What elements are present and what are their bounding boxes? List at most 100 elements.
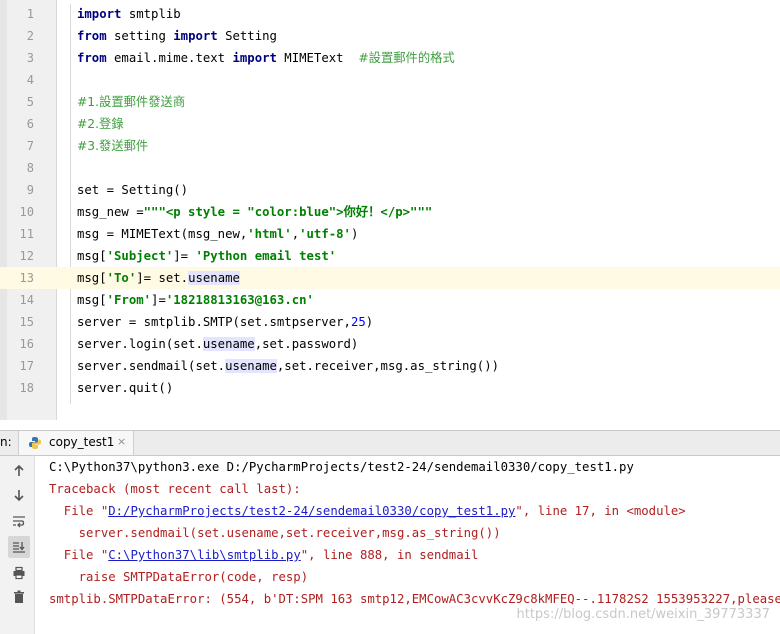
code-text: server.quit() <box>77 377 173 399</box>
console-line: File "D:/PycharmProjects/test2-24/sendem… <box>49 500 686 522</box>
arrow-down-icon[interactable] <box>8 484 30 506</box>
code-token: ) <box>350 227 359 241</box>
code-token: setting <box>106 29 174 43</box>
tab-close-icon[interactable]: × <box>117 435 126 448</box>
code-token: 25 <box>350 315 366 329</box>
line-number: 18 <box>19 381 34 395</box>
code-text: #3.發送郵件 <box>77 135 148 157</box>
watermark-text: https://blog.csdn.net/weixin_39773337 <box>516 607 770 622</box>
code-text: msg_new ="""<p style = "color:blue">你好！<… <box>77 201 432 223</box>
print-icon[interactable] <box>8 562 30 584</box>
code-text: msg = MIMEText(msg_new,'html','utf-8') <box>77 223 358 245</box>
code-line[interactable]: 2 from setting import Setting <box>0 25 780 47</box>
code-token: ]= <box>173 249 196 263</box>
code-line[interactable]: 14 msg['From']='18218813163@163.cn' <box>0 289 780 311</box>
arrow-up-icon[interactable] <box>8 460 30 482</box>
line-number: 2 <box>26 29 34 43</box>
code-token: server.sendmail(set. <box>77 359 226 373</box>
code-line[interactable]: 7 #3.發送郵件 <box>0 135 780 157</box>
line-number: 16 <box>19 337 34 351</box>
code-line[interactable]: 16 server.login(set.usename,set.password) <box>0 333 780 355</box>
code-text: from email.mime.text import MIMEText #設置… <box>77 47 455 69</box>
line-number: 6 <box>26 117 34 131</box>
code-line[interactable]: 3 from email.mime.text import MIMEText #設… <box>0 47 780 69</box>
code-text: set = Setting() <box>77 179 188 201</box>
line-number: 3 <box>26 51 34 65</box>
scroll-to-end-icon[interactable] <box>8 536 30 558</box>
code-token: import <box>173 29 218 43</box>
trash-icon[interactable] <box>8 586 30 608</box>
code-token: 'From' <box>106 293 152 307</box>
line-number: 15 <box>19 315 34 329</box>
console-text: raise SMTPDataError(code, resp) <box>49 570 309 584</box>
code-token: #2.登錄 <box>77 117 124 131</box>
code-line[interactable]: 4 <box>0 69 780 91</box>
code-token: server = smtplib.SMTP(set.smtpserver, <box>77 315 351 329</box>
console-line: Traceback (most recent call last): <box>49 478 301 500</box>
console-text: File " <box>49 548 109 562</box>
console-text: C:\Python37\python3.exe D:/PycharmProjec… <box>49 460 634 474</box>
console-text: server.sendmail(set.usename,set.receiver… <box>49 526 501 540</box>
soft-wrap-icon[interactable] <box>8 510 30 532</box>
line-number: 4 <box>26 73 34 87</box>
panel-gap <box>0 420 780 430</box>
line-number: 14 <box>19 293 34 307</box>
console-line: server.sendmail(set.usename,set.receiver… <box>49 522 501 544</box>
code-token: ]= <box>151 293 166 307</box>
line-number: 7 <box>26 139 34 153</box>
console-text: Traceback (most recent call last): <box>49 482 301 496</box>
code-line[interactable]: 17 server.sendmail(set.usename,set.receiv… <box>0 355 780 377</box>
code-token: server.quit() <box>77 381 174 395</box>
code-token: #設置郵件的格式 <box>358 51 455 65</box>
console-text: ", line 888, in sendmail <box>300 548 479 562</box>
code-line[interactable]: 18 server.quit() <box>0 377 780 399</box>
console-file-link[interactable]: D:/PycharmProjects/test2-24/sendemail033… <box>108 504 515 518</box>
console-text: ", line 17, in <module> <box>515 504 686 518</box>
code-token: set = Setting() <box>77 183 189 197</box>
code-token: msg[ <box>77 271 107 285</box>
console-text: smtplib.SMTPDataError: (554, b'DT:SPM 16… <box>49 592 780 606</box>
run-toolbar <box>0 456 35 634</box>
code-token: ,set.password) <box>254 337 359 351</box>
code-token: Setting <box>217 29 277 43</box>
code-token: 'Python email test' <box>195 249 337 263</box>
code-token: ,set.receiver,msg.as_string()) <box>276 359 500 373</box>
code-text: server.login(set.usename,set.password) <box>77 333 358 355</box>
code-token: from <box>77 29 107 43</box>
code-token: msg[ <box>77 293 107 307</box>
run-console-output[interactable]: C:\Python37\python3.exe D:/PycharmProjec… <box>35 456 780 634</box>
code-token: """<p style = "color:blue">你好！</p>""" <box>143 205 433 219</box>
code-token: server.login(set. <box>77 337 203 351</box>
code-token: 'utf-8' <box>299 227 351 241</box>
code-line[interactable]: 6 #2.登錄 <box>0 113 780 135</box>
code-text: #1.設置郵件發送商 <box>77 91 185 113</box>
code-line[interactable]: 9 set = Setting() <box>0 179 780 201</box>
code-token: msg_new = <box>77 205 144 219</box>
code-line[interactable]: 5 #1.設置郵件發送商 <box>0 91 780 113</box>
code-token: import <box>77 7 122 21</box>
code-text: msg['To']= set.usename <box>77 267 240 289</box>
code-token: msg = MIMEText(msg_new, <box>77 227 248 241</box>
code-line[interactable]: 10 msg_new ="""<p style = "color:blue">你好… <box>0 201 780 223</box>
run-label: n: <box>0 435 12 449</box>
code-token: 'Subject' <box>106 249 174 263</box>
code-token: from <box>77 51 107 65</box>
code-line[interactable]: 13 msg['To']= set.usename <box>0 267 780 289</box>
console-file-link[interactable]: C:\Python37\lib\smtplib.py <box>108 548 301 562</box>
line-number: 11 <box>19 227 34 241</box>
code-line[interactable]: 11 msg = MIMEText(msg_new,'html','utf-8') <box>0 223 780 245</box>
code-line[interactable]: 1 import smtplib <box>0 3 780 25</box>
code-line[interactable]: 15 server = smtplib.SMTP(set.smtpserver,2… <box>0 311 780 333</box>
code-text: msg['From']='18218813163@163.cn' <box>77 289 314 311</box>
console-line: File "C:\Python37\lib\smtplib.py", line … <box>49 544 479 566</box>
code-editor[interactable]: 1 import smtplib 2 from setting import Sett… <box>0 0 780 420</box>
code-line[interactable]: 8 <box>0 157 780 179</box>
run-tool-window-header: n: copy_test1 × <box>0 430 780 456</box>
code-token: msg[ <box>77 249 107 263</box>
code-line[interactable]: 12 msg['Subject']= 'Python email test' <box>0 245 780 267</box>
run-tab-copy-test1[interactable]: copy_test1 × <box>18 431 134 455</box>
code-token: MIMEText <box>276 51 359 65</box>
code-token: 'To' <box>106 271 137 285</box>
line-number: 17 <box>19 359 34 373</box>
line-number: 1 <box>26 7 34 21</box>
